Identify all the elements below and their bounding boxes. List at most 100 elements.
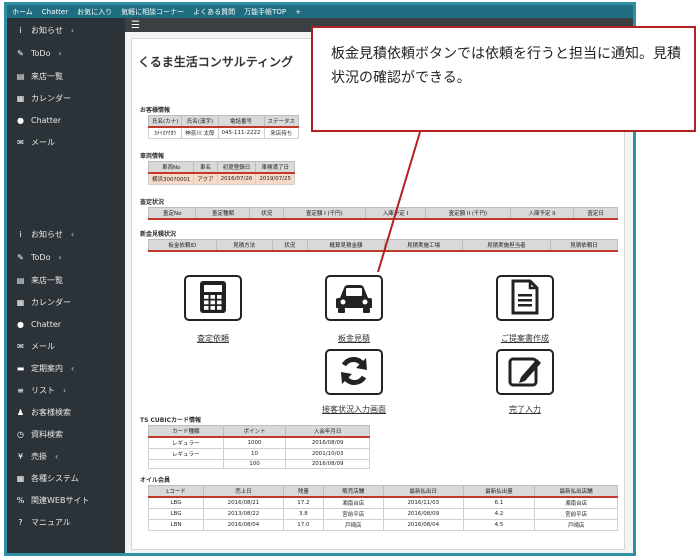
mail-icon: ✉ <box>17 341 24 351</box>
sidebar-item[interactable]: ✎ ToDo ‹ <box>15 249 62 265</box>
sidebar-item[interactable]: ▤ 来店一覧 <box>15 272 63 288</box>
sidebar-item[interactable]: i お知らせ ‹ <box>15 22 74 38</box>
sidebar-item[interactable]: i お知らせ ‹ <box>15 226 74 242</box>
table-cell: 戸崎店 <box>322 519 384 531</box>
assessment-request-button[interactable] <box>184 275 242 321</box>
table-cell: 10 <box>222 448 287 460</box>
assessment-section-label: 査定状況 <box>140 199 165 206</box>
sidebar-item-label: 定期案内 <box>31 363 63 373</box>
clock-icon: ◷ <box>17 429 24 439</box>
sidebar-item[interactable]: ✉ メール <box>15 338 55 354</box>
chevron-left-icon: ‹ <box>71 363 75 373</box>
top-nav-item[interactable]: 気軽に相談コーナー <box>121 7 184 17</box>
sidebar-item-label: お知らせ <box>31 229 63 239</box>
sidebar-item[interactable]: ¥ 売掛 ‹ <box>15 448 58 464</box>
table-cell: 2016/08/09 <box>285 436 370 449</box>
hamburger-menu-icon[interactable]: ☰ <box>131 20 140 31</box>
column-header: 状況 <box>271 239 308 252</box>
assessment-request-link[interactable]: 査定依頼 <box>158 333 268 344</box>
sidebar-item[interactable]: ▦ カレンダー <box>15 90 71 106</box>
complete-input-button[interactable] <box>496 349 554 395</box>
estimate-section-label: 新金見積状況 <box>140 231 177 238</box>
top-nav-item[interactable]: Chatter <box>42 8 68 16</box>
customer-section-label: お客様情報 <box>140 107 171 114</box>
sheet-metal-estimate-button[interactable] <box>325 275 383 321</box>
sidebar-item[interactable]: ✎ ToDo ‹ <box>15 45 62 61</box>
table-cell: 2013/08/22 <box>202 508 284 520</box>
table-row: レギュラー 10 2001/10/03 <box>148 448 370 460</box>
system-icon: ▦ <box>16 473 25 483</box>
top-nav-item[interactable]: + <box>295 8 301 16</box>
sidebar-item-label: Chatter <box>31 115 62 125</box>
chevron-left-icon: ‹ <box>70 25 75 35</box>
table-cell: 4.2 <box>462 508 536 520</box>
top-nav: ホーム Chatter お気に入り 気軽に相談コーナー よくある質問 万能手帳TOP + <box>7 5 633 18</box>
sidebar-item[interactable]: ▦ カレンダー <box>15 294 71 310</box>
sidebar-item[interactable]: ◷ 資料検索 <box>15 426 63 442</box>
table-cell: 神奈川 太郎 <box>181 126 219 139</box>
column-header: 板金依頼ID <box>148 239 217 252</box>
chat-icon: ● <box>17 319 24 329</box>
table-cell: LBG <box>148 508 204 520</box>
document-icon <box>510 279 540 318</box>
sheet-metal-estimate-link[interactable]: 板金見積 <box>299 333 409 344</box>
sidebar-item[interactable]: ● Chatter <box>15 112 61 128</box>
sidebar-item[interactable]: ? マニュアル <box>15 514 70 530</box>
column-header: 査定額 I (千円) <box>282 207 366 220</box>
column-header: 売上日 <box>202 485 284 498</box>
column-header: 車両No <box>147 161 195 174</box>
top-nav-item[interactable]: ホーム <box>12 7 33 17</box>
car-icon <box>334 280 374 317</box>
refresh-icon <box>336 353 372 392</box>
sidebar-item[interactable]: ≡ リスト ‹ <box>15 382 66 398</box>
sidebar-item[interactable]: ▬ 定期案内 ‹ <box>15 360 74 376</box>
complete-input-link[interactable]: 完了入力 <box>470 404 580 415</box>
column-header: 査定額 II (千円) <box>425 207 511 220</box>
edit-icon: ✎ <box>17 48 24 58</box>
sidebar-item-label: 来店一覧 <box>31 275 63 285</box>
calendar-icon: ▦ <box>16 93 25 103</box>
chevron-left-icon: ‹ <box>58 48 62 58</box>
table-cell: 6.1 <box>462 496 536 509</box>
table-cell: ｶﾅｲｵｱｸﾛｳ <box>147 126 183 139</box>
column-header: 入庫予定 I <box>364 207 427 220</box>
callout-text: 板金見積依頼ボタンでは依頼を行うと担当に通知。見積状況の確認ができる。 <box>331 46 681 86</box>
mail-icon: ✉ <box>17 137 24 147</box>
top-nav-item[interactable]: お気に入り <box>77 7 112 17</box>
proposal-create-button[interactable] <box>496 275 554 321</box>
annotation-callout: 板金見積依頼ボタンでは依頼を行うと担当に通知。見積状況の確認ができる。 <box>311 26 696 132</box>
proposal-create-link[interactable]: ご提案書作成 <box>470 333 580 344</box>
sidebar-item-label: お客様検索 <box>31 407 71 417</box>
column-header: 販売店舗 <box>322 485 384 498</box>
users-icon: ♟ <box>16 407 25 417</box>
column-header: 電話番号 <box>217 115 265 128</box>
table-cell: 来店待ち <box>263 126 300 139</box>
vehicle-section-label: 車両情報 <box>140 153 165 160</box>
top-nav-item[interactable]: よくある質問 <box>193 7 235 17</box>
column-header: 査定No <box>147 207 197 220</box>
column-header: 概算見積金額 <box>306 239 386 252</box>
calendar-icon: ▦ <box>16 297 25 307</box>
sidebar-item[interactable]: ● Chatter <box>15 316 61 332</box>
sidebar-item[interactable]: ▦ 各種システム <box>15 470 79 486</box>
sidebar-item[interactable]: ▤ 来店一覧 <box>15 68 63 84</box>
table-cell: 戸崎店 <box>534 519 618 531</box>
service-status-input-button[interactable] <box>325 349 383 395</box>
table-cell: 2019/07/25 <box>255 172 296 185</box>
ts-cubic-section-label: TS CUBICカード情報 <box>140 417 201 424</box>
column-header: 見積依頼日 <box>550 239 618 252</box>
column-header: 氏名(漢字) <box>181 115 219 128</box>
column-header: 状況 <box>249 207 284 220</box>
sidebar-item[interactable]: ♟ お客様検索 <box>15 404 71 420</box>
table-cell: 1000 <box>222 436 287 449</box>
top-nav-item[interactable]: 万能手帳TOP <box>244 7 286 17</box>
sidebar-item[interactable]: ✉ メール <box>15 134 55 150</box>
page-title: くるま生活コンサルティング <box>138 55 294 69</box>
yen-icon: ¥ <box>17 451 24 461</box>
service-status-input-link[interactable]: 接客状況入力画面 <box>299 404 409 415</box>
column-header: 氏名(カナ) <box>147 115 183 128</box>
sidebar-item[interactable]: % 関連WEBサイト <box>15 492 90 508</box>
ts-cubic-table: カード種類 ポイント 入会年月日 レギュラー 1000 2016/08/09 レギュラー 1… <box>148 425 370 469</box>
pencil-icon <box>507 353 543 392</box>
table-row: LBG 2013/08/22 3.8 宮前平店 2016/08/09 4.2 宮前平店 <box>148 508 618 520</box>
